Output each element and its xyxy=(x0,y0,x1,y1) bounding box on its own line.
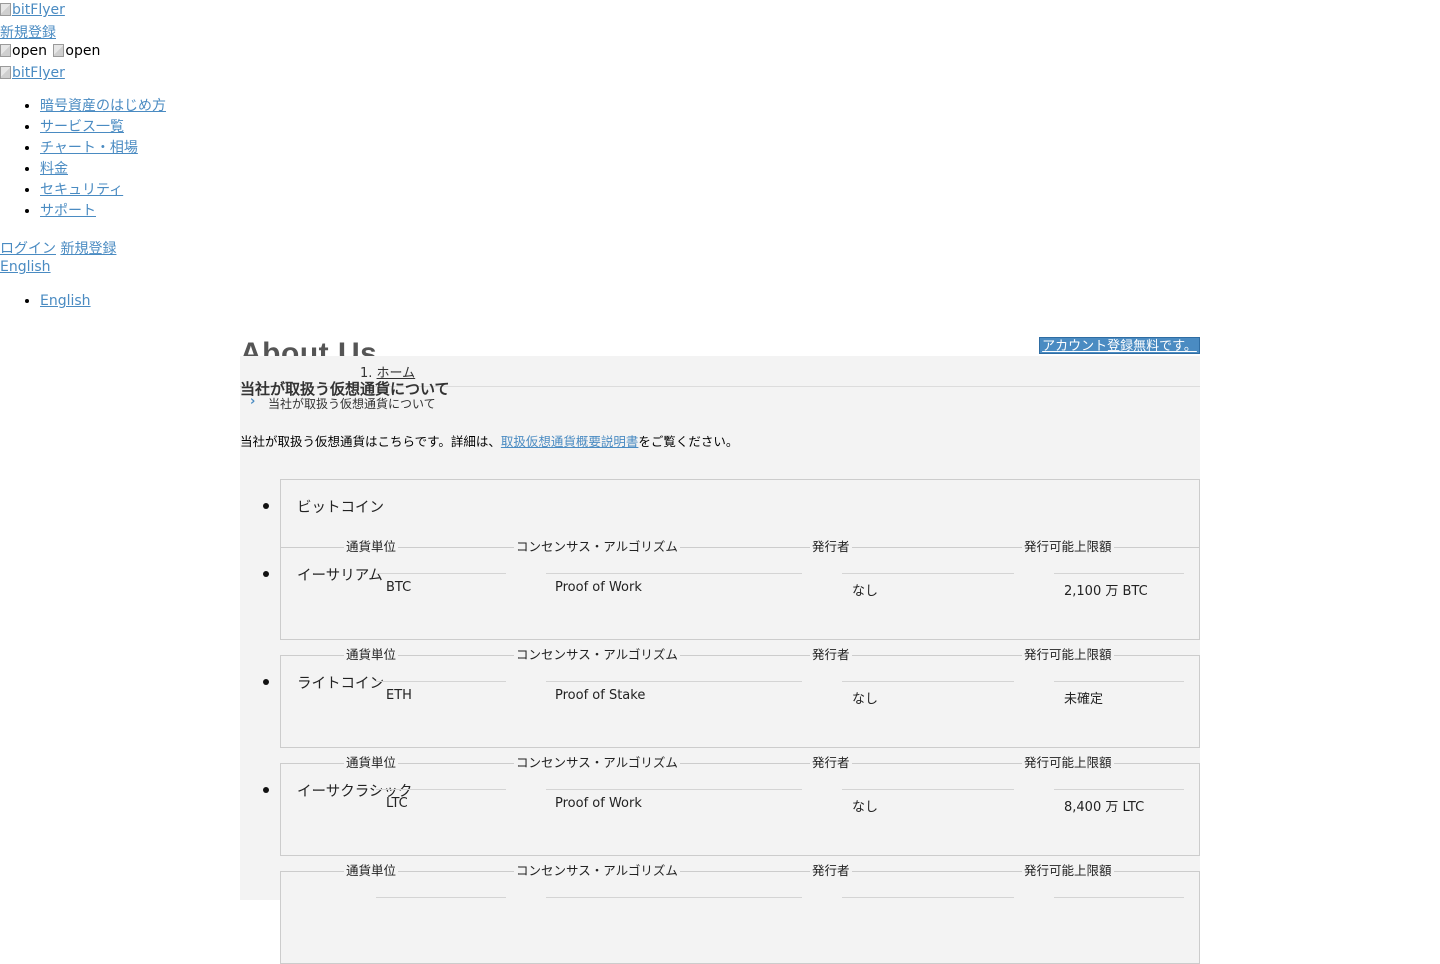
language-option: English xyxy=(40,291,91,312)
hero-title: About Us xyxy=(240,337,378,356)
currency-issuer-value: なし xyxy=(852,584,879,599)
column-header-issuer: 発行者 xyxy=(810,536,852,555)
language-toggle[interactable]: English xyxy=(0,259,51,275)
currency-supply-value: 2,100 万 BTC xyxy=(1064,584,1148,599)
language-menu: English xyxy=(0,291,91,312)
column-header-unit: 通貨単位 xyxy=(344,752,399,771)
column-header-unit: 通貨単位 xyxy=(344,860,399,879)
column-header-unit: 通貨単位 xyxy=(344,644,399,663)
nav-item: サービス一覧 xyxy=(40,117,166,138)
language-option-english[interactable]: English xyxy=(40,293,91,309)
signup-link[interactable]: 新規登録 xyxy=(60,241,116,257)
column-header-unit: 通貨単位 xyxy=(344,536,399,555)
nav-item: 暗号資産のはじめ方 xyxy=(40,96,166,117)
column-divider xyxy=(376,897,506,898)
column-divider xyxy=(546,681,802,682)
currency-overview-link[interactable]: 取扱仮想通貨概要説明書 xyxy=(501,434,639,449)
column-divider xyxy=(1054,573,1184,574)
nav-link-fees[interactable]: 料金 xyxy=(40,161,68,177)
header-logo-link[interactable]: bitFlyer xyxy=(0,1,65,19)
nav-item: チャート・相場 xyxy=(40,138,166,159)
list-bullet xyxy=(263,679,269,685)
broken-image-icon xyxy=(0,66,11,79)
currency-unit-value: ETH xyxy=(386,688,412,703)
broken-image-icon xyxy=(0,3,11,16)
menu-toggle-group: open open xyxy=(0,43,100,59)
currency-card[interactable]: イーサリアム xyxy=(280,547,1200,640)
currency-supply-value: 未確定 xyxy=(1064,692,1104,707)
list-bullet xyxy=(263,787,269,793)
column-header-algorithm: コンセンサス・アルゴリズム xyxy=(514,536,680,555)
nav-link-security[interactable]: セキュリティ xyxy=(40,182,123,198)
currency-unit-value: LTC xyxy=(386,796,408,811)
list-bullet xyxy=(263,503,269,509)
broken-image-icon xyxy=(53,44,65,57)
currency-unit-value: BTC xyxy=(386,580,412,595)
main-nav: 暗号資産のはじめ方 サービス一覧 チャート・相場 料金 セキュリティ サポート xyxy=(0,96,166,222)
register-free-button[interactable]: アカウント登録無料です。 xyxy=(1039,337,1200,354)
nav-link-services[interactable]: サービス一覧 xyxy=(40,119,124,135)
header-signup-link[interactable]: 新規登録 xyxy=(0,22,56,42)
column-divider xyxy=(376,789,506,790)
column-header-supply: 発行可能上限額 xyxy=(1022,536,1114,555)
logo-alt-text: bitFlyer xyxy=(12,2,65,18)
currency-issuer-value: なし xyxy=(852,692,879,707)
column-divider xyxy=(842,681,1014,682)
breadcrumb-current: 当社が取扱う仮想通貨について xyxy=(268,397,436,411)
column-divider xyxy=(842,573,1014,574)
nav-item: 料金 xyxy=(40,159,166,180)
column-divider xyxy=(546,573,802,574)
currency-algorithm-value: Proof of Work xyxy=(555,796,642,811)
column-header-issuer: 発行者 xyxy=(810,644,852,663)
intro-text: 当社が取扱う仮想通貨はこちらです。詳細は、取扱仮想通貨概要説明書をご覧ください。 xyxy=(240,434,739,449)
column-divider xyxy=(842,789,1014,790)
list-bullet xyxy=(263,571,269,577)
column-header-issuer: 発行者 xyxy=(810,752,852,771)
currency-algorithm-value: Proof of Work xyxy=(555,580,642,595)
column-header-supply: 発行可能上限額 xyxy=(1022,752,1114,771)
login-link[interactable]: ログイン xyxy=(0,241,56,257)
currency-issuer-value: なし xyxy=(852,800,879,815)
column-divider xyxy=(376,573,506,574)
chevron-right-icon: › xyxy=(250,394,256,409)
currency-name: イーサリアム xyxy=(297,568,383,584)
currency-card[interactable]: イーサクラシック xyxy=(280,763,1200,856)
currency-name: ビットコイン xyxy=(297,500,384,516)
currency-name: ライトコイン xyxy=(297,676,384,692)
nav-item: セキュリティ xyxy=(40,180,166,201)
nav-logo-link[interactable]: bitFlyer xyxy=(0,64,65,82)
column-header-issuer: 発行者 xyxy=(810,860,852,879)
column-header-algorithm: コンセンサス・アルゴリズム xyxy=(514,860,680,879)
nav-link-support[interactable]: サポート xyxy=(40,203,96,219)
currency-card xyxy=(280,871,1200,964)
currency-card[interactable]: ライトコイン xyxy=(280,655,1200,748)
nav-link-charts[interactable]: チャート・相場 xyxy=(40,140,138,156)
column-divider xyxy=(376,681,506,682)
nav-link-getting-started[interactable]: 暗号資産のはじめ方 xyxy=(40,98,166,114)
column-header-supply: 発行可能上限額 xyxy=(1022,644,1114,663)
column-divider xyxy=(1054,681,1184,682)
column-header-supply: 発行可能上限額 xyxy=(1022,860,1114,879)
account-links: ログイン 新規登録 xyxy=(0,238,116,258)
column-divider xyxy=(546,897,802,898)
column-divider xyxy=(546,789,802,790)
currency-supply-value: 8,400 万 LTC xyxy=(1064,800,1145,815)
logo-alt-text: bitFlyer xyxy=(12,65,65,81)
column-header-algorithm: コンセンサス・アルゴリズム xyxy=(514,752,680,771)
menu-close-button[interactable]: open xyxy=(53,43,100,59)
column-divider xyxy=(842,897,1014,898)
menu-open-button[interactable]: open xyxy=(0,43,47,59)
currency-algorithm-value: Proof of Stake xyxy=(555,688,646,703)
column-divider xyxy=(1054,789,1184,790)
broken-image-icon xyxy=(0,44,11,57)
column-header-algorithm: コンセンサス・アルゴリズム xyxy=(514,644,680,663)
column-divider xyxy=(1054,897,1184,898)
nav-item: サポート xyxy=(40,201,166,222)
